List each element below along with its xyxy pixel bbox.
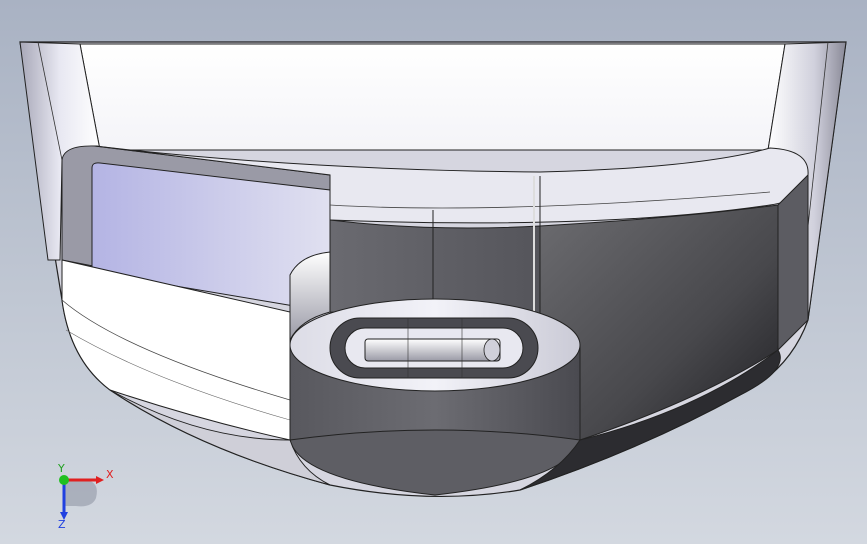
triad-shade-icon xyxy=(64,480,97,507)
top-face xyxy=(79,43,786,151)
graphics-viewport[interactable]: X Y Z xyxy=(0,0,867,544)
x-axis-label: X xyxy=(106,468,114,481)
cad-model-3d[interactable] xyxy=(0,0,867,544)
z-axis-label: Z xyxy=(58,518,66,530)
coordinate-triad: X Y Z xyxy=(57,462,114,530)
y-axis-icon xyxy=(59,475,69,485)
slot-pin xyxy=(364,338,501,362)
y-axis-label: Y xyxy=(57,462,65,475)
